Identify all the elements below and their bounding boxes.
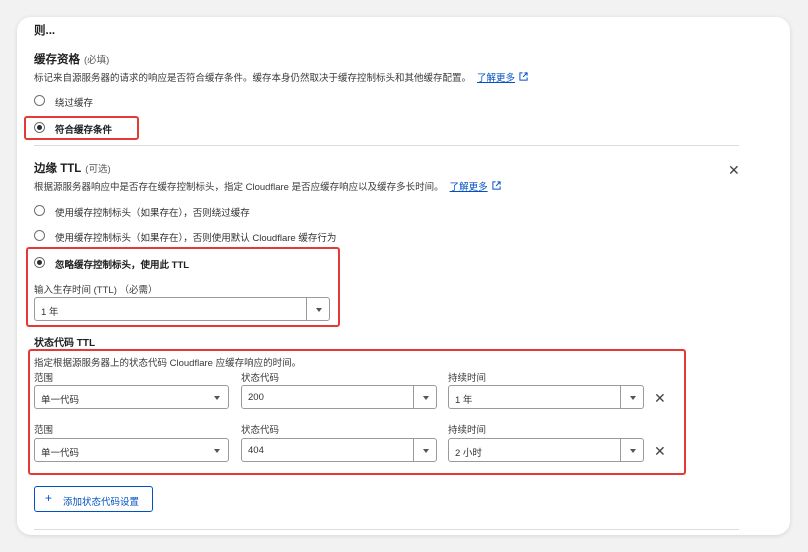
close-icon[interactable]: ✕: [654, 444, 666, 458]
radio-eligible-cache[interactable]: [34, 122, 45, 133]
rule-settings-card: 则... 缓存资格 (必填) 标记来自源服务器的请求的响应是否符合缓存条件。缓存本…: [17, 17, 790, 535]
chevron-down-icon[interactable]: [423, 396, 429, 400]
cache-eligibility-description-text: 标记来自源服务器的请求的响应是否符合缓存条件。缓存本身仍然取决于缓存控制标头和其…: [34, 73, 472, 84]
learn-more-link[interactable]: 了解更多: [450, 182, 488, 193]
status-code-ttl-title: 状态代码 TTL: [34, 338, 96, 349]
select-separator: [413, 386, 414, 408]
external-link-icon[interactable]: [519, 72, 528, 83]
cache-eligibility-description: 标记来自源服务器的请求的响应是否符合缓存条件。缓存本身仍然取决于缓存控制标头和其…: [34, 70, 528, 84]
chevron-down-icon[interactable]: [630, 449, 636, 453]
edge-ttl-description: 根据源服务器响应中是否存在缓存控制标头，指定 Cloudflare 是否应缓存响…: [34, 179, 501, 193]
duration-select-value: 1 年: [455, 395, 473, 406]
chevron-down-icon[interactable]: [214, 449, 220, 453]
cache-eligibility-heading: 缓存资格 (必填): [34, 51, 109, 67]
plus-icon: +: [45, 491, 53, 505]
ttl-input-label: 输入生存时间 (TTL) （必需）: [34, 285, 158, 296]
learn-more-link[interactable]: 了解更多: [477, 73, 515, 84]
radio-use-cache-control-default-label[interactable]: 使用缓存控制标头（如果存在），否则使用默认 Cloudflare 缓存行为: [55, 230, 336, 244]
divider: [34, 529, 739, 530]
range-label: 范围: [34, 373, 54, 384]
cache-eligibility-title: 缓存资格: [34, 54, 80, 66]
select-separator: [306, 298, 307, 320]
select-separator: [620, 439, 621, 461]
duration-select[interactable]: 1 年: [448, 385, 644, 409]
status-code-label: 状态代码: [241, 425, 280, 436]
range-select-value: 单一代码: [41, 395, 80, 406]
edge-ttl-heading: 边缘 TTL (可选): [34, 160, 111, 176]
duration-select[interactable]: 2 小时: [448, 438, 644, 462]
range-label: 范围: [34, 425, 54, 436]
status-code-select[interactable]: 404: [241, 438, 437, 462]
close-icon[interactable]: ✕: [728, 163, 740, 177]
chevron-down-icon[interactable]: [316, 308, 322, 312]
status-code-select-value: 404: [248, 445, 264, 456]
radio-use-cache-control-default[interactable]: [34, 230, 45, 241]
chevron-down-icon[interactable]: [214, 396, 220, 400]
edge-ttl-description-text: 根据源服务器响应中是否存在缓存控制标头，指定 Cloudflare 是否应缓存响…: [34, 182, 444, 193]
radio-use-cache-control-bypass-label[interactable]: 使用缓存控制标头（如果存在），否则绕过缓存: [55, 205, 250, 219]
radio-ignore-cache-control[interactable]: [34, 257, 45, 268]
duration-select-value: 2 小时: [455, 448, 482, 459]
radio-ignore-cache-control-label[interactable]: 忽略缓存控制标头，使用此 TTL: [55, 257, 189, 271]
section-title: 则...: [34, 25, 56, 37]
select-separator: [620, 386, 621, 408]
chevron-down-icon[interactable]: [423, 449, 429, 453]
status-code-ttl-description: 指定根据源服务器上的状态代码 Cloudflare 应缓存响应的时间。: [34, 358, 302, 369]
duration-label: 持续时间: [448, 373, 487, 384]
optional-tag: (可选): [85, 164, 111, 175]
add-status-code-button[interactable]: + 添加状态代码设置: [34, 486, 153, 512]
ttl-select-value: 1 年: [41, 307, 59, 318]
range-select[interactable]: 单一代码: [34, 385, 229, 409]
chevron-down-icon[interactable]: [630, 396, 636, 400]
range-select-value: 单一代码: [41, 448, 80, 459]
radio-use-cache-control-bypass[interactable]: [34, 205, 45, 216]
range-select[interactable]: 单一代码: [34, 438, 229, 462]
required-tag: (必填): [84, 55, 110, 66]
ttl-select[interactable]: 1 年: [34, 297, 330, 321]
duration-label: 持续时间: [448, 425, 487, 436]
status-code-label: 状态代码: [241, 373, 280, 384]
status-code-select[interactable]: 200: [241, 385, 437, 409]
divider: [34, 145, 739, 146]
status-code-select-value: 200: [248, 392, 264, 403]
radio-eligible-cache-label[interactable]: 符合缓存条件: [55, 122, 112, 136]
select-separator: [413, 439, 414, 461]
radio-bypass-cache-label[interactable]: 绕过缓存: [55, 95, 93, 109]
add-status-code-button-label: 添加状态代码设置: [63, 497, 140, 508]
close-icon[interactable]: ✕: [654, 391, 666, 405]
external-link-icon[interactable]: [492, 181, 501, 192]
radio-bypass-cache[interactable]: [34, 95, 45, 106]
edge-ttl-title: 边缘 TTL: [34, 163, 82, 175]
